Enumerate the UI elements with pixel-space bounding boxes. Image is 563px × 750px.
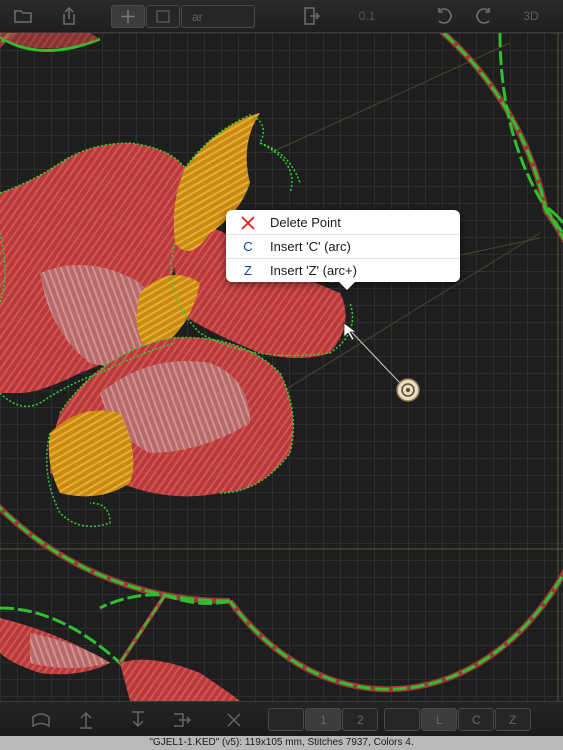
c-arc-icon: C [243, 239, 253, 254]
folder-icon[interactable] [12, 5, 34, 27]
send-icon[interactable] [171, 709, 193, 731]
mode-blank-button[interactable] [384, 708, 420, 731]
insert-c-arc-item[interactable]: C Insert 'C' (arc) [226, 234, 460, 258]
delete-x-icon [226, 214, 270, 230]
redo-icon[interactable] [474, 5, 496, 27]
z-arc-icon: Z [244, 263, 252, 278]
page-1-label: 1 [320, 713, 327, 727]
insert-z-arc-item[interactable]: Z Insert 'Z' (arc+) [226, 258, 460, 282]
page-2-label: 2 [357, 713, 364, 727]
insert-c-arc-label: Insert 'C' (arc) [270, 239, 351, 254]
hoop-icon[interactable] [30, 709, 52, 731]
mode-z-label: Z [509, 713, 517, 727]
page-1-button[interactable]: 1 [305, 708, 341, 731]
delete-point-item[interactable]: Delete Point [226, 210, 460, 234]
move-up-icon[interactable] [75, 709, 97, 731]
grid-size-field[interactable]: ar [181, 5, 255, 28]
mode-l-button[interactable]: L [421, 708, 457, 731]
move-down-icon[interactable] [127, 709, 149, 731]
page-2-button[interactable]: 2 [342, 708, 378, 731]
undo-icon[interactable] [432, 5, 454, 27]
mode-c-label: C [472, 713, 481, 727]
grid-tool-button[interactable] [146, 5, 180, 28]
mode-z-button[interactable]: Z [495, 708, 531, 731]
bottom-toolbar: 1 2 L C Z [0, 701, 563, 736]
point-context-menu: Delete Point C Insert 'C' (arc) Z Insert… [226, 210, 460, 290]
delete-point-label: Delete Point [270, 214, 341, 230]
page-blank-button[interactable] [268, 708, 304, 731]
embroidery-design [0, 33, 563, 701]
grid-size-label: ar [192, 10, 203, 24]
view-3d-button[interactable]: 3D [518, 5, 544, 27]
status-bar: "GJEL1-1.KED" (v5): 119x105 mm, Stitches… [0, 736, 563, 750]
top-toolbar: ar 0.1 3D [0, 0, 563, 33]
close-icon[interactable] [223, 709, 245, 731]
embroidery-canvas[interactable]: Delete Point C Insert 'C' (arc) Z Insert… [0, 33, 563, 701]
export-icon[interactable] [300, 5, 322, 27]
step-value[interactable]: 0.1 [352, 5, 382, 27]
share-icon[interactable] [58, 5, 80, 27]
insert-z-arc-label: Insert 'Z' (arc+) [270, 263, 357, 278]
mode-l-label: L [436, 713, 443, 727]
mode-c-button[interactable]: C [458, 708, 494, 731]
move-tool-button[interactable] [111, 5, 145, 28]
